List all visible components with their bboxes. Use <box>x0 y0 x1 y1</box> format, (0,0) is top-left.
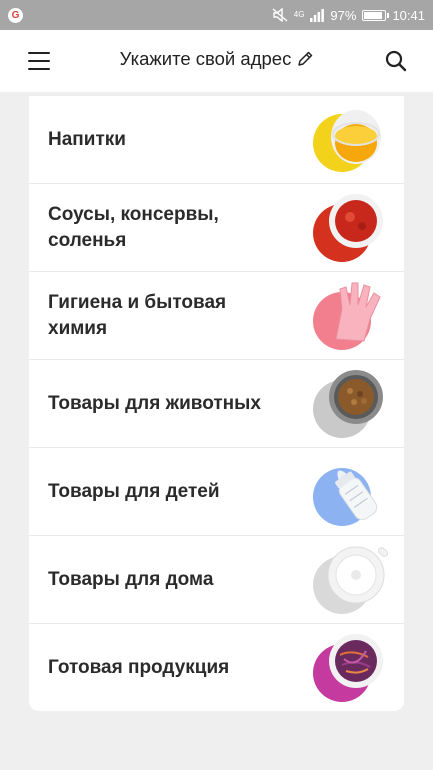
signal-icon <box>310 8 325 22</box>
category-label: Напитки <box>48 128 126 150</box>
google-icon: G <box>8 7 23 23</box>
category-item-kids[interactable]: Товары для детей <box>29 448 404 536</box>
category-label: Товары для дома <box>48 568 214 590</box>
category-item-drinks[interactable]: Напитки <box>29 96 404 184</box>
category-item-home[interactable]: Товары для дома <box>29 536 404 624</box>
address-selector[interactable]: Укажите свой адрес <box>0 48 433 70</box>
address-label: Укажите свой адрес <box>119 48 292 69</box>
category-item-pets[interactable]: Товары для животных <box>29 360 404 448</box>
battery-level <box>364 11 383 19</box>
clock: 10:41 <box>392 7 425 23</box>
mute-icon <box>272 8 288 22</box>
status-bar: G 4G 97% 10:41 <box>0 0 433 30</box>
category-label: Гигиена и бытовая химия <box>48 291 227 339</box>
category-item-hygiene[interactable]: Гигиена и бытовая химия <box>29 272 404 360</box>
category-label: Товары для животных <box>48 392 261 414</box>
category-list: Напитки Соусы, консервы, соленья Гигиена… <box>29 96 404 711</box>
rubber-glove-icon <box>313 282 381 350</box>
white-pot-icon <box>313 546 389 614</box>
baby-bottle-icon <box>313 468 378 526</box>
category-item-sauces[interactable]: Соусы, консервы, соленья <box>29 184 404 272</box>
category-item-ready-food[interactable]: Готовая продукция <box>29 624 404 711</box>
pencil-icon <box>298 51 313 66</box>
sauce-bowl-icon <box>313 194 383 262</box>
network-type: 4G <box>293 10 305 19</box>
category-label: Готовая продукция <box>48 657 230 678</box>
search-icon[interactable] <box>384 49 408 73</box>
juice-glass-icon <box>313 110 381 172</box>
salad-bowl-icon <box>313 634 383 702</box>
battery-icon <box>362 9 390 21</box>
battery-percent: 97% <box>330 7 357 23</box>
category-label: Соусы, консервы, соленья <box>48 203 219 251</box>
app-header: Укажите свой адрес <box>0 30 433 92</box>
category-label: Товары для детей <box>48 480 220 502</box>
pet-food-bowl-icon <box>313 370 383 438</box>
